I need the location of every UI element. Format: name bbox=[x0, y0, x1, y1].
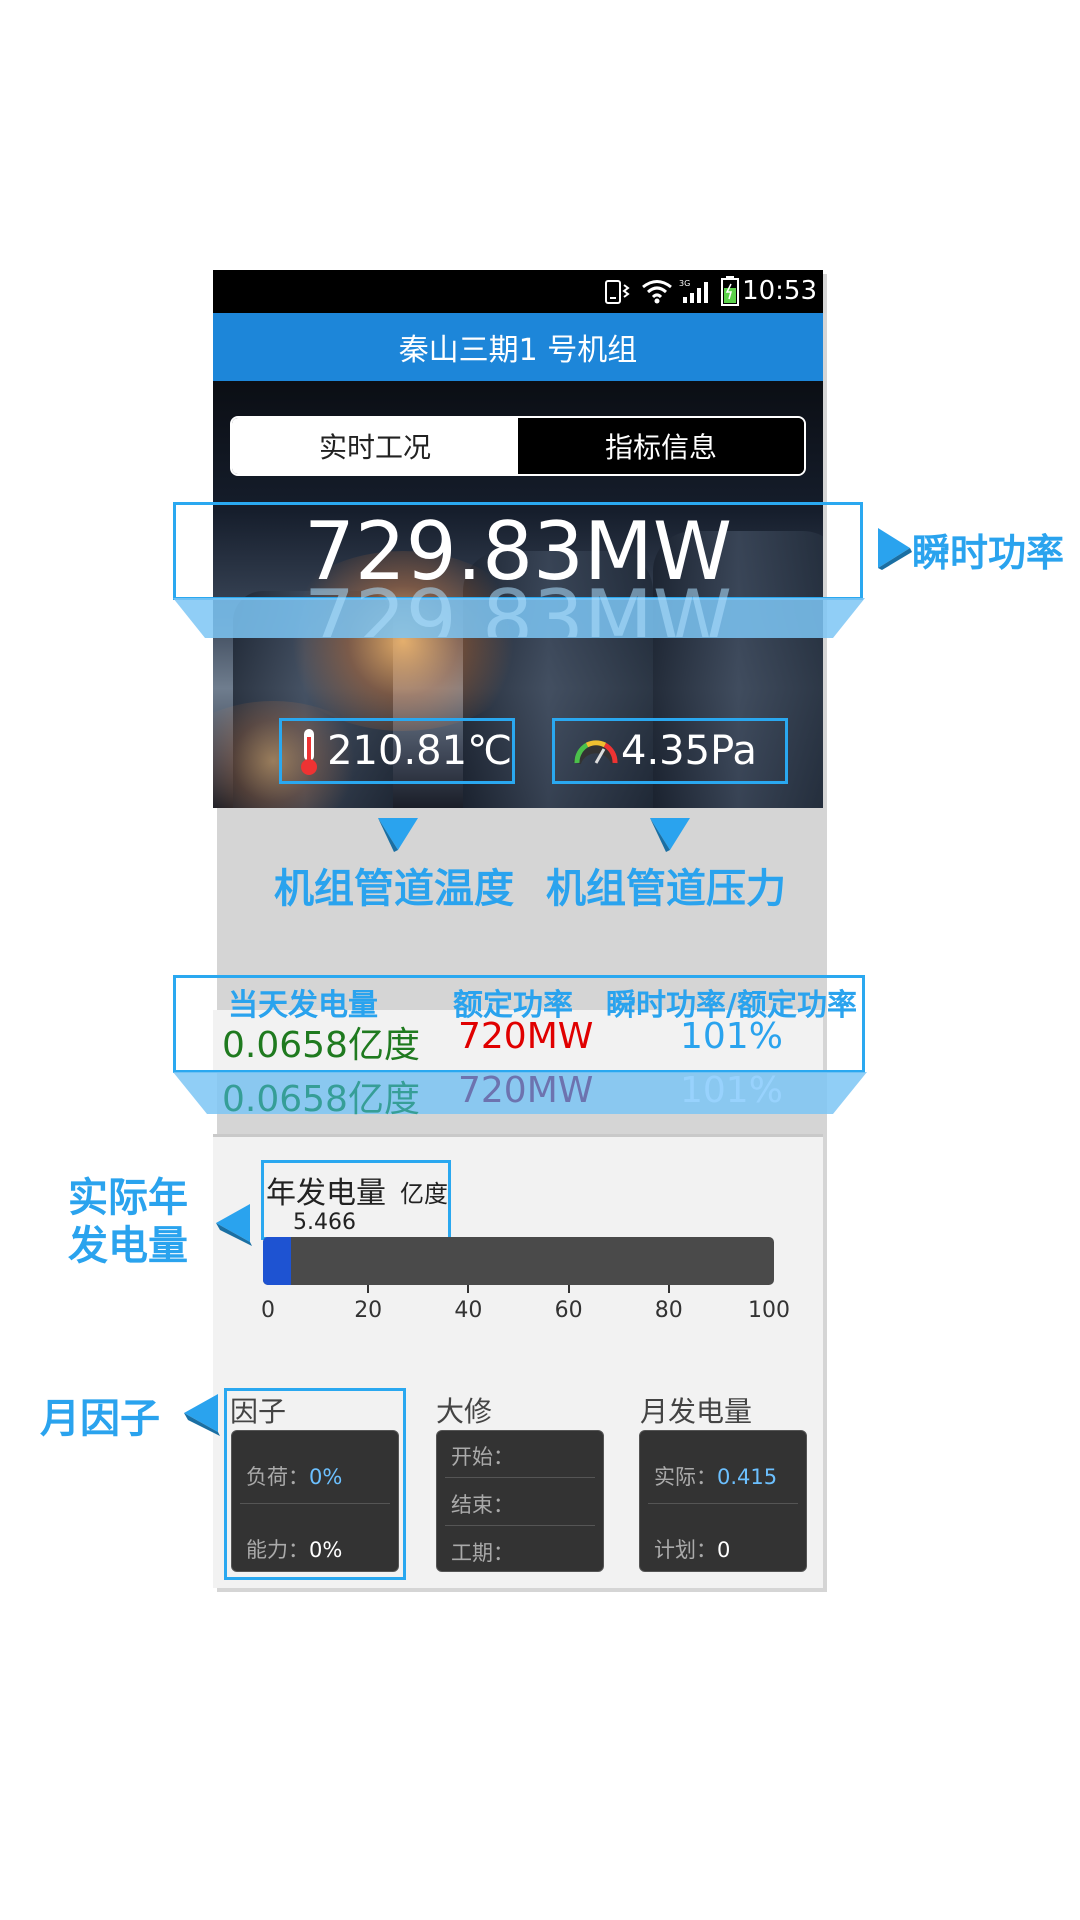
monthly-actual-label: 实际： bbox=[654, 1465, 717, 1489]
axis-tick-mark bbox=[667, 1285, 670, 1293]
overhaul-start-label: 开始： bbox=[451, 1445, 514, 1469]
temperature-value: 210.81℃ bbox=[327, 728, 512, 774]
annotation-instant-power: 瞬时功率 bbox=[912, 531, 1065, 575]
axis-tick-mark bbox=[367, 1285, 370, 1293]
gauge-icon bbox=[573, 740, 619, 765]
axis-tick-label: 0 bbox=[261, 1298, 275, 1323]
tab-realtime[interactable]: 实时工况 bbox=[232, 418, 518, 474]
axis-tick-mark bbox=[567, 1285, 570, 1293]
arrow-right-icon bbox=[878, 528, 912, 570]
annotation-annual: 实际年发电量 bbox=[68, 1175, 188, 1269]
monthly-plan-value: 0 bbox=[717, 1538, 731, 1562]
tab-indicators-label: 指标信息 bbox=[604, 431, 717, 464]
card-divider bbox=[445, 1525, 595, 1526]
arrow-down-icon bbox=[378, 818, 418, 852]
annotation-month-factor: 月因子 bbox=[40, 1396, 160, 1442]
card-overhaul: 开始： 结束： 工期： bbox=[436, 1430, 604, 1572]
axis-tick-mark bbox=[467, 1285, 470, 1293]
axis-tick-label: 20 bbox=[354, 1298, 383, 1323]
card-monthly: 实际：0.415 计划：0 bbox=[639, 1430, 807, 1572]
card-title-overhaul: 大修 bbox=[436, 1395, 493, 1428]
annual-progress-track bbox=[263, 1237, 774, 1285]
overhaul-duration-label: 工期： bbox=[451, 1541, 514, 1565]
pressure-value: 4.35Pa bbox=[621, 728, 757, 774]
annotation-temperature: 机组管道温度 bbox=[274, 866, 514, 912]
wifi-icon bbox=[642, 280, 672, 304]
temperature-box: 210.81℃ bbox=[279, 718, 515, 784]
overhaul-end-label: 结束： bbox=[451, 1493, 514, 1517]
annual-progress-fill bbox=[263, 1237, 291, 1285]
overhaul-duration-row: 工期： bbox=[451, 1537, 514, 1567]
monthly-plan-row: 计划：0 bbox=[654, 1534, 730, 1564]
svg-text:3G: 3G bbox=[679, 279, 690, 288]
axis-tick-label: 80 bbox=[654, 1298, 683, 1323]
status-time: 10:53 bbox=[742, 276, 817, 306]
card-divider bbox=[445, 1477, 595, 1478]
monthly-plan-label: 计划： bbox=[654, 1538, 717, 1562]
tab-indicators[interactable]: 指标信息 bbox=[518, 418, 804, 474]
axis-tick-label: 40 bbox=[454, 1298, 483, 1323]
stat-reflection-rated: 720MW bbox=[458, 1070, 594, 1111]
status-bar: 3G 10:53 bbox=[213, 270, 823, 313]
arrow-left-icon bbox=[216, 1204, 252, 1246]
page-title: 秦山三期1 号机组 bbox=[398, 333, 638, 368]
stat-reflection-ratio: 101% bbox=[680, 1070, 783, 1111]
overhaul-end-row: 结束： bbox=[451, 1489, 514, 1519]
arrow-down-icon-2 bbox=[650, 818, 690, 852]
stats-highlight bbox=[173, 975, 865, 1073]
card-divider bbox=[648, 1503, 798, 1504]
thermometer-icon bbox=[301, 729, 317, 775]
tab-realtime-label: 实时工况 bbox=[318, 431, 431, 464]
tab-segment: 实时工况 指标信息 bbox=[230, 416, 806, 476]
axis-tick-label: 100 bbox=[748, 1298, 790, 1323]
instant-power-reflection-text: 729.83MW bbox=[303, 585, 733, 637]
annual-highlight bbox=[261, 1160, 451, 1240]
arrow-left-icon-2 bbox=[184, 1394, 220, 1436]
monthly-actual-value: 0.415 bbox=[717, 1465, 778, 1489]
vibrate-icon bbox=[605, 280, 630, 304]
axis-tick-label: 60 bbox=[554, 1298, 583, 1323]
signal-3g-icon: 3G bbox=[679, 279, 708, 303]
app-title-bar: 秦山三期1 号机组 bbox=[213, 313, 823, 381]
card-title-monthly: 月发电量 bbox=[640, 1395, 753, 1428]
pressure-box: 4.35Pa bbox=[552, 718, 788, 784]
monthly-actual-row: 实际：0.415 bbox=[654, 1461, 777, 1491]
stat-reflection-daily: 0.0658亿度 bbox=[222, 1079, 420, 1120]
battery-icon bbox=[721, 276, 739, 306]
overhaul-start-row: 开始： bbox=[451, 1441, 514, 1471]
annotation-pressure: 机组管道压力 bbox=[546, 866, 786, 912]
factor-highlight bbox=[224, 1388, 406, 1580]
